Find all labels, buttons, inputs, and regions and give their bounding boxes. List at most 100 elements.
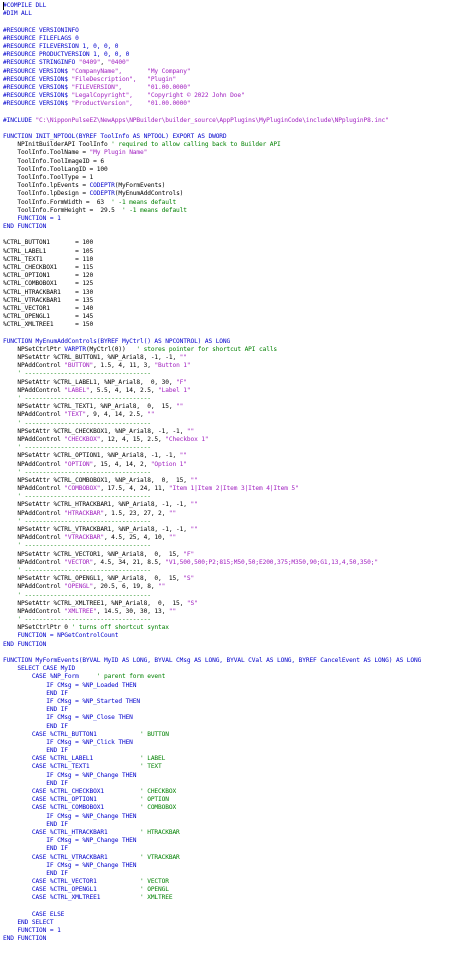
code-line[interactable]: NPInitBuilderAPI ToolInfo ' required to … — [3, 141, 474, 149]
code-line[interactable]: ' ----------------------------------- — [3, 567, 474, 575]
code-line[interactable]: %CTRL_XMLTREE1 = 150 — [3, 321, 474, 329]
code-line[interactable]: %CTRL_LABEL1 = 105 — [3, 248, 474, 256]
code-line[interactable] — [3, 108, 474, 116]
code-line[interactable]: CASE %CTRL_LABEL1 ' LABEL — [3, 755, 474, 763]
code-line[interactable]: %CTRL_OPENGL1 = 145 — [3, 313, 474, 321]
code-line[interactable]: CASE %CTRL_CHECKBOX1 ' CHECKBOX — [3, 788, 474, 796]
code-line[interactable]: CASE %CTRL_VTRACKBAR1 ' VTRACKBAR — [3, 854, 474, 862]
code-line[interactable]: NPSetAttr %CTRL_CHECKBOX1, %NP_Arial8, -… — [3, 428, 474, 436]
code-line[interactable]: #COMPILE DLL — [3, 2, 474, 10]
code-line[interactable]: ' ----------------------------------- — [3, 542, 474, 550]
code-line[interactable]: NPSetAttr %CTRL_OPTION1, %NP_Arial8, -1,… — [3, 452, 474, 460]
code-line[interactable]: FUNCTION = 1 — [3, 215, 474, 223]
code-line[interactable]: NPSetCtrlPtr VARPTR(MyCtrl(0)) ' stores … — [3, 346, 474, 354]
code-line[interactable]: %CTRL_CHECKBOX1 = 115 — [3, 264, 474, 272]
code-line[interactable]: #DIM ALL — [3, 10, 474, 18]
code-line[interactable]: #RESOURCE VERSION$ "LegalCopyright", "Co… — [3, 92, 474, 100]
code-line[interactable]: CASE %CTRL_BUTTON1 ' BUTTON — [3, 731, 474, 739]
code-line[interactable]: #RESOURCE VERSION$ "FileDescription", "P… — [3, 76, 474, 84]
code-line[interactable]: ToolInfo.ToolType = 1 — [3, 174, 474, 182]
code-line[interactable]: FUNCTION = 1 — [3, 927, 474, 935]
code-line[interactable]: %CTRL_BUTTON1 = 100 — [3, 239, 474, 247]
code-line[interactable]: NPSetAttr %CTRL_TEXT1, %NP_Arial8, 0, 15… — [3, 403, 474, 411]
code-line[interactable]: IF CMsg = %NP_Change THEN — [3, 862, 474, 870]
code-line[interactable]: ToolInfo.lpDesign = CODEPTR(MyEnumAddCon… — [3, 190, 474, 198]
code-line[interactable]: CASE %CTRL_OPENGL1 ' OPENGL — [3, 886, 474, 894]
code-line[interactable]: #RESOURCE STRINGINFO "0409", "0400" — [3, 59, 474, 67]
code-line[interactable]: ' ----------------------------------- — [3, 518, 474, 526]
code-line[interactable]: NPSetAttr %CTRL_LABEL1, %NP_Arial8, 0, 3… — [3, 379, 474, 387]
code-line[interactable]: END IF — [3, 870, 474, 878]
code-line[interactable]: IF CMsg = %NP_Change THEN — [3, 813, 474, 821]
code-line[interactable]: IF CMsg = %NP_Click THEN — [3, 739, 474, 747]
code-line[interactable]: FUNCTION = NPGetControlCount — [3, 632, 474, 640]
code-line[interactable]: #RESOURCE VERSION$ "ProductVersion", "01… — [3, 100, 474, 108]
code-line[interactable]: CASE %CTRL_HTRACKBAR1 ' HTRACKBAR — [3, 829, 474, 837]
code-line[interactable]: END IF — [3, 723, 474, 731]
code-line[interactable]: CASE %CTRL_XMLTREE1 ' XMLTREE — [3, 894, 474, 902]
code-line[interactable] — [3, 18, 474, 26]
code-line[interactable]: ' ----------------------------------- — [3, 469, 474, 477]
code-line[interactable]: NPAddControl "CHECKBOX", 12, 4, 15, 2.5,… — [3, 436, 474, 444]
code-line[interactable]: ToolInfo.FormHeight = 29.5 ' -1 means de… — [3, 207, 474, 215]
code-line[interactable]: NPSetAttr %CTRL_COMBOBOX1, %NP_Arial8, 0… — [3, 477, 474, 485]
code-line[interactable]: ' ----------------------------------- — [3, 444, 474, 452]
code-line[interactable]: IF CMsg = %NP_Change THEN — [3, 772, 474, 780]
code-line[interactable]: ToolInfo.ToolLangID = 100 — [3, 166, 474, 174]
code-line[interactable]: END SELECT — [3, 919, 474, 927]
code-line[interactable]: NPAddControl "XMLTREE", 14.5, 30, 30, 13… — [3, 608, 474, 616]
code-line[interactable]: NPSetCtrlPtr 0 ' turns off shortcut synt… — [3, 624, 474, 632]
code-line[interactable]: NPSetAttr %CTRL_VTRACKBAR1, %NP_Arial8, … — [3, 526, 474, 534]
code-line[interactable]: NPAddControl "LABEL", 5.5, 4, 14, 2.5, "… — [3, 387, 474, 395]
code-line[interactable] — [3, 231, 474, 239]
code-line[interactable]: #RESOURCE FILEFLAGS 0 — [3, 35, 474, 43]
code-line[interactable]: #RESOURCE VERSION$ "CompanyName", "My Co… — [3, 68, 474, 76]
code-line[interactable]: %CTRL_TEXT1 = 110 — [3, 256, 474, 264]
code-line[interactable]: IF CMsg = %NP_Loaded THEN — [3, 682, 474, 690]
code-line[interactable]: CASE %CTRL_COMBOBOX1 ' COMBOBOX — [3, 804, 474, 812]
code-line[interactable]: %CTRL_COMBOBOX1 = 125 — [3, 280, 474, 288]
code-line[interactable]: %CTRL_VTRACKBAR1 = 135 — [3, 297, 474, 305]
code-line[interactable]: END IF — [3, 706, 474, 714]
code-line[interactable]: NPAddControl "VECTOR", 4.5, 34, 21, 8.5,… — [3, 559, 474, 567]
code-line[interactable]: #RESOURCE PRODUCTVERSION 1, 0, 0, 0 — [3, 51, 474, 59]
code-editor[interactable]: #COMPILE DLL #DIM ALL #RESOURCE VERSIONIN… — [0, 0, 474, 964]
code-line[interactable]: NPAddControl "OPTION", 15, 4, 14, 2, "Op… — [3, 461, 474, 469]
code-line[interactable]: ToolInfo.ToolName = "My Plugin Name" — [3, 149, 474, 157]
code-line[interactable]: NPSetAttr %CTRL_BUTTON1, %NP_Arial8, -1,… — [3, 354, 474, 362]
code-line[interactable]: END FUNCTION — [3, 641, 474, 649]
code-line[interactable]: IF CMsg = %NP_Close THEN — [3, 714, 474, 722]
code-line[interactable]: CASE %CTRL_OPTION1 ' OPTION — [3, 796, 474, 804]
code-line[interactable]: IF CMsg = %NP_Started THEN — [3, 698, 474, 706]
code-line[interactable] — [3, 330, 474, 338]
code-line[interactable]: FUNCTION MyFormEvents(BYVAL MyID AS LONG… — [3, 657, 474, 665]
code-line[interactable]: END FUNCTION — [3, 935, 474, 943]
code-line[interactable]: #RESOURCE VERSION$ "FILEVERSION", "01.00… — [3, 84, 474, 92]
code-line[interactable]: CASE %NP_Form ' parent form event — [3, 673, 474, 681]
code-line[interactable]: FUNCTION INIT_NPTOOL(BYREF ToolInfo AS N… — [3, 133, 474, 141]
code-line[interactable]: END IF — [3, 780, 474, 788]
code-line[interactable]: NPAddControl "BUTTON", 1.5, 4, 11, 3, "B… — [3, 362, 474, 370]
code-line[interactable]: NPSetAttr %CTRL_VECTOR1, %NP_Arial8, 0, … — [3, 551, 474, 559]
code-line[interactable]: CASE %CTRL_VECTOR1 ' VECTOR — [3, 878, 474, 886]
code-line[interactable] — [3, 125, 474, 133]
code-line[interactable]: %CTRL_HTRACKBAR1 = 130 — [3, 289, 474, 297]
code-line[interactable]: ' ----------------------------------- — [3, 370, 474, 378]
code-body[interactable]: #COMPILE DLL #DIM ALL #RESOURCE VERSIONIN… — [3, 2, 474, 944]
code-line[interactable]: ' ----------------------------------- — [3, 395, 474, 403]
code-line[interactable]: ToolInfo.lpEvents = CODEPTR(MyFormEvents… — [3, 182, 474, 190]
code-line[interactable]: ToolInfo.FormWidth = 63 ' -1 means defau… — [3, 199, 474, 207]
code-line[interactable]: ' ----------------------------------- — [3, 616, 474, 624]
code-line[interactable]: ' ----------------------------------- — [3, 592, 474, 600]
code-line[interactable]: END IF — [3, 845, 474, 853]
code-line[interactable]: %CTRL_OPTION1 = 120 — [3, 272, 474, 280]
code-line[interactable]: NPAddControl "OPENGL", 20.5, 6, 19, 8, "… — [3, 583, 474, 591]
code-line[interactable]: CASE ELSE — [3, 911, 474, 919]
code-line[interactable]: END IF — [3, 747, 474, 755]
code-line[interactable]: #INCLUDE "C:\NipponPulseEZ\NewApps\NPBui… — [3, 117, 474, 125]
code-line[interactable]: NPAddControl "COMBOBOX", 17.5, 4, 24, 11… — [3, 485, 474, 493]
code-line[interactable]: END IF — [3, 690, 474, 698]
code-line[interactable]: CASE %CTRL_TEXT1 ' TEXT — [3, 763, 474, 771]
code-line[interactable]: %CTRL_VECTOR1 = 140 — [3, 305, 474, 313]
code-line[interactable]: IF CMsg = %NP_Change THEN — [3, 837, 474, 845]
